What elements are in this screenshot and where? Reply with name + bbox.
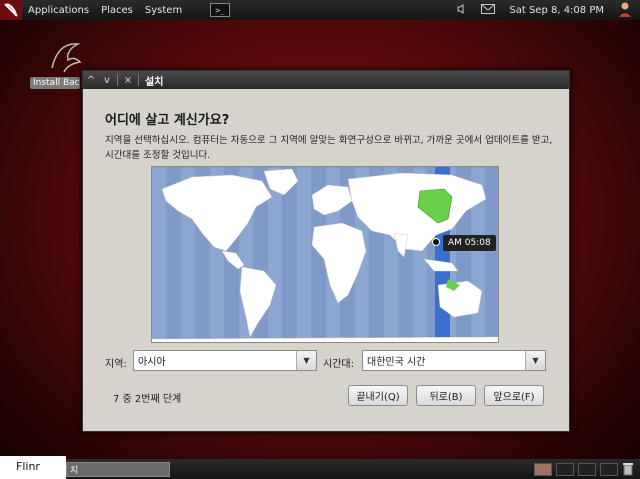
top-panel: Applications Places System >_ Sat Sep 8,… (0, 0, 640, 20)
flinr-label: Flinr (0, 456, 66, 479)
back-button[interactable]: 뒤로(B) (416, 385, 476, 406)
step-indicator: 7 중 2번째 단계 (113, 394, 182, 405)
region-select-value: 아시아 (138, 357, 166, 368)
mail-icon[interactable] (481, 3, 496, 17)
selected-city-marker[interactable] (432, 238, 440, 246)
places-menu[interactable]: Places (95, 5, 139, 16)
map-time-tooltip: AM 05:08 (443, 235, 496, 251)
timezone-world-map[interactable] (151, 166, 499, 343)
workspace-1[interactable] (534, 463, 552, 476)
install-desktop-icon-label[interactable]: Install Bac (30, 77, 80, 89)
system-menu[interactable]: System (139, 5, 188, 16)
titlebar-divider (117, 74, 118, 86)
timezone-select-value: 대한민국 시간 (367, 357, 426, 368)
titlebar-divider (138, 74, 139, 86)
applications-menu[interactable]: Applications (22, 5, 95, 16)
backtrack-logo-icon[interactable] (0, 0, 22, 20)
region-select[interactable]: 아시아 ▼ (133, 350, 317, 371)
taskbar-window-button[interactable]: 치 (66, 462, 170, 477)
timezone-select[interactable]: 대한민국 시간 ▼ (362, 350, 546, 371)
minimize-icon[interactable]: v (99, 75, 115, 86)
timezone-label: 시간대: (323, 359, 354, 370)
bottom-panel: 치 (0, 459, 640, 479)
close-icon[interactable]: × (120, 75, 136, 86)
workspace-3[interactable] (578, 463, 596, 476)
terminal-launcher-icon[interactable]: >_ (210, 3, 231, 17)
dialog-title: 설치 (145, 76, 164, 88)
page-description: 지역을 선택하십시오. 컴퓨터는 자동으로 그 지역에 알맞는 화면구성으로 바… (105, 135, 553, 161)
workspace-2[interactable] (556, 463, 574, 476)
dragon-logo-icon (51, 43, 82, 73)
dialog-titlebar[interactable]: ^ v × 설치 (83, 71, 569, 89)
forward-button[interactable]: 앞으로(F) (484, 385, 544, 406)
chevron-down-icon[interactable]: ▼ (296, 351, 316, 370)
quit-button[interactable]: 끝내기(Q) (348, 385, 408, 406)
maximize-icon[interactable]: ^ (83, 75, 99, 86)
user-icon[interactable] (618, 1, 632, 20)
region-label: 지역: (105, 359, 127, 370)
chevron-down-icon[interactable]: ▼ (525, 351, 545, 370)
volume-icon[interactable] (457, 3, 467, 17)
clock[interactable]: Sat Sep 8, 4:08 PM (509, 5, 604, 16)
workspace-4[interactable] (600, 463, 618, 476)
installer-dialog: ^ v × 설치 어디에 살고 계신가요? 지역을 선택하십시오. 컴퓨터는 자… (82, 70, 570, 432)
page-heading: 어디에 살고 계신가요? (105, 113, 230, 128)
trash-icon[interactable] (622, 462, 634, 479)
